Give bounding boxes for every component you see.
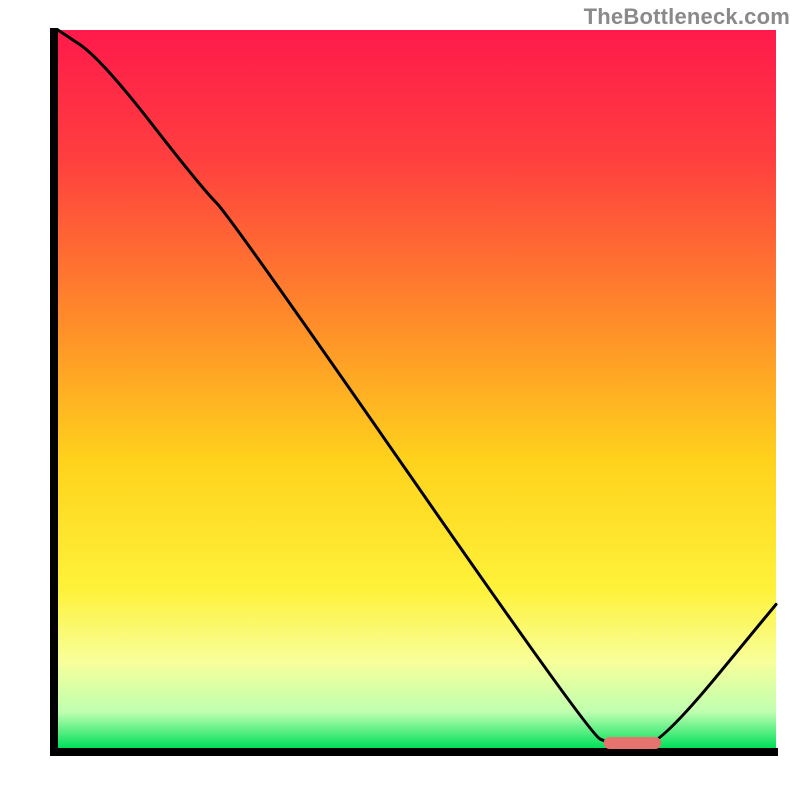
chart-container: TheBottleneck.com	[0, 0, 800, 800]
watermark-text: TheBottleneck.com	[584, 4, 790, 30]
chart-svg	[0, 0, 800, 800]
highlight-marker	[604, 737, 661, 749]
plot-background	[58, 30, 776, 748]
x-axis	[50, 748, 778, 756]
y-axis	[50, 28, 58, 756]
